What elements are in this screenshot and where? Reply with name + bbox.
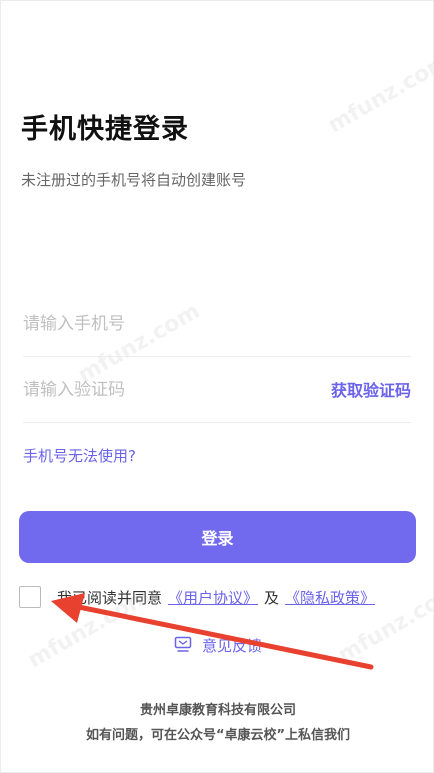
phone-field-row	[23, 291, 411, 357]
agreement-text: 我已阅读并同意	[57, 588, 163, 607]
watermark: mfunz.com	[323, 48, 434, 139]
login-button[interactable]: 登录	[19, 511, 416, 563]
user-agreement-link[interactable]: 《用户协议》	[168, 587, 258, 608]
code-field-row: 获取验证码	[23, 357, 411, 423]
agreement-row: 我已阅读并同意 《用户协议》 及 《隐私政策》	[19, 584, 381, 610]
verification-code-input[interactable]	[23, 375, 303, 405]
login-page: mfunz.com mfunz.com mfunz.com mfunz.com …	[0, 0, 434, 773]
agreement-and-text: 及	[264, 588, 280, 607]
agreement-checkbox[interactable]	[19, 586, 41, 608]
footer-company: 贵州卓康教育科技有限公司	[139, 703, 296, 718]
phone-unavailable-link[interactable]: 手机号无法使用?	[23, 445, 136, 466]
feedback-label: 意见反馈	[201, 637, 262, 655]
page-title: 手机快捷登录	[21, 114, 189, 145]
privacy-policy-link[interactable]: 《隐私政策》	[285, 587, 375, 608]
get-code-button[interactable]: 获取验证码	[331, 377, 411, 401]
phone-input[interactable]	[23, 309, 303, 339]
page-subtitle: 未注册过的手机号将自动创建账号	[21, 171, 247, 189]
feedback-icon	[174, 636, 202, 656]
footer-contact: 如有问题，可在公众号“卓康云校”上私信我们	[85, 728, 351, 743]
feedback-link[interactable]: 意见反馈	[1, 635, 433, 656]
